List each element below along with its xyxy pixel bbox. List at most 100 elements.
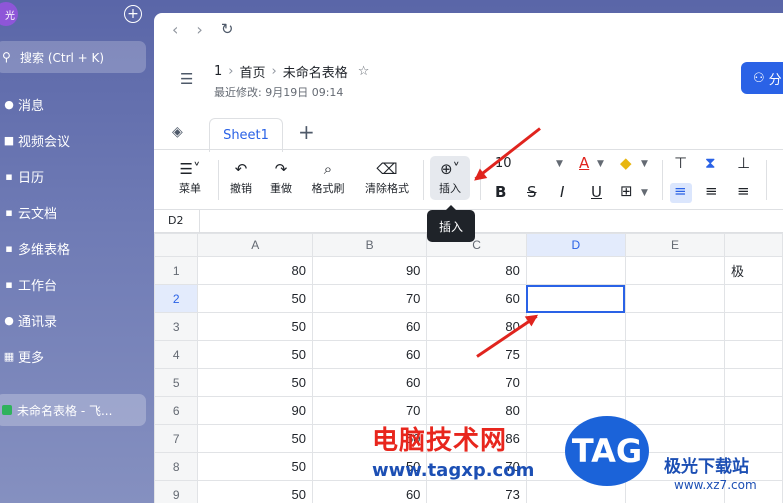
refresh-icon[interactable]: ↻ [221,20,234,38]
table-cell[interactable] [624,284,725,313]
italic-icon[interactable]: I [560,183,564,201]
table-cell[interactable]: 70 [311,284,428,313]
table-cell[interactable]: 60 [311,480,428,503]
chevron-down-icon[interactable]: ▼ [556,159,563,169]
row-header[interactable]: 3 [154,312,199,341]
search-box[interactable]: ⚲ 搜索 (Ctrl + K) [0,41,146,73]
strikethrough-icon[interactable]: S [527,183,537,201]
table-cell[interactable] [525,368,626,397]
table-cell[interactable]: 50 [197,368,313,397]
table-cell[interactable] [525,256,626,285]
add-sheet-icon[interactable]: + [298,120,315,144]
layers-icon[interactable]: ◈ [172,124,183,140]
table-cell[interactable]: 50 [197,452,313,481]
table-cell[interactable] [624,256,725,285]
chevron-down-icon[interactable]: ▼ [597,159,604,169]
align-bottom-icon[interactable]: ⊥ [737,154,750,172]
table-cell[interactable]: 60 [426,284,527,313]
align-right-icon[interactable]: ≡ [737,182,750,200]
table-cell[interactable]: 60 [311,312,428,341]
table-cell[interactable]: 50 [197,340,313,369]
table-cell[interactable] [723,368,783,397]
undo-button[interactable]: ↶ 撤销 [226,158,256,196]
menu-button[interactable]: ☰˅ 菜单 [172,158,208,196]
doc-title[interactable]: 未命名表格 [283,62,348,81]
table-cell[interactable]: 60 [311,340,428,369]
breadcrumb-item[interactable]: 首页 [239,62,265,81]
table-cell[interactable]: 极 [723,256,783,285]
table-cell[interactable]: 80 [426,256,527,285]
row-header[interactable]: 9 [154,480,199,503]
table-cell[interactable]: 60 [311,368,428,397]
tab-sheet1[interactable]: Sheet1 [209,118,283,152]
sidebar-open-doc[interactable]: 未命名表格 - 飞... [0,394,146,426]
column-header[interactable]: D [525,233,626,257]
sidebar-item-messages[interactable]: ● 消息 [0,86,154,122]
table-cell[interactable]: 90 [197,396,313,425]
column-header[interactable]: B [311,233,428,257]
table-cell[interactable] [624,396,725,425]
row-header[interactable]: 4 [154,340,199,369]
select-all-corner[interactable] [154,233,199,257]
align-center-icon[interactable]: ≡ [705,182,718,200]
font-color-icon[interactable]: A [579,154,589,172]
sidebar-item-contacts[interactable]: ● 通讯录 [0,302,154,338]
table-cell[interactable] [624,340,725,369]
chevron-down-icon[interactable]: ▼ [641,159,648,169]
row-header[interactable]: 8 [154,452,199,481]
table-cell[interactable] [723,396,783,425]
cell-reference[interactable]: D2 [168,214,183,227]
bold-icon[interactable]: B [495,183,506,201]
table-cell[interactable] [525,340,626,369]
share-button[interactable]: ⚇ 分 [741,62,783,94]
underline-icon[interactable]: U [591,183,602,201]
back-icon[interactable]: ‹ [172,20,178,39]
active-cell[interactable] [525,284,626,313]
table-cell[interactable]: 80 [197,256,313,285]
format-painter-button[interactable]: ⌕ 格式刷 [307,158,349,196]
row-header[interactable]: 7 [154,424,199,453]
table-cell[interactable]: 80 [426,312,527,341]
table-cell[interactable]: 90 [311,256,428,285]
chevron-down-icon[interactable]: ▼ [641,188,648,198]
avatar[interactable]: 光 [0,2,18,26]
row-header[interactable]: 1 [154,256,199,285]
sidebar-item-base[interactable]: ▪ 多维表格 [0,230,154,266]
table-cell[interactable]: 50 [197,284,313,313]
column-header[interactable] [723,233,783,257]
table-cell[interactable] [723,284,783,313]
row-header[interactable]: 2 [154,284,199,313]
table-cell[interactable]: 70 [426,368,527,397]
row-header[interactable]: 5 [154,368,199,397]
align-left-icon[interactable]: ≡ [674,182,687,200]
align-middle-icon[interactable]: ⧗ [705,154,716,172]
fill-color-icon[interactable]: ◆ [620,154,632,172]
sidebar-item-docs[interactable]: ▪ 云文档 [0,194,154,230]
table-cell[interactable] [525,312,626,341]
table-cell[interactable] [624,312,725,341]
column-header[interactable]: E [624,233,725,257]
sidebar-item-more[interactable]: ▦ 更多 [0,338,154,374]
sidebar-item-video-meeting[interactable]: ■ 视频会议 [0,122,154,158]
outline-menu-icon[interactable]: ☰ [180,70,193,88]
forward-icon[interactable]: › [196,20,202,39]
table-cell[interactable] [624,368,725,397]
insert-button[interactable]: ⊕˅ 插入 [430,156,470,200]
align-top-icon[interactable]: ⊤ [674,154,687,172]
column-header[interactable]: A [197,233,313,257]
redo-button[interactable]: ↷ 重做 [266,158,296,196]
table-cell[interactable]: 50 [197,424,313,453]
sidebar-item-workplace[interactable]: ▪ 工作台 [0,266,154,302]
clear-format-button[interactable]: ⌫ 清除格式 [359,158,415,196]
table-cell[interactable]: 50 [197,312,313,341]
star-icon[interactable]: ☆ [358,64,370,79]
table-cell[interactable]: 50 [197,480,313,503]
table-cell[interactable]: 73 [426,480,527,503]
border-icon[interactable]: ⊞ [620,182,633,200]
table-cell[interactable] [723,312,783,341]
table-cell[interactable] [723,340,783,369]
row-header[interactable]: 6 [154,396,199,425]
breadcrumb-item[interactable]: 1 [214,64,222,79]
create-plus-icon[interactable]: + [124,5,142,23]
table-cell[interactable] [723,424,783,453]
